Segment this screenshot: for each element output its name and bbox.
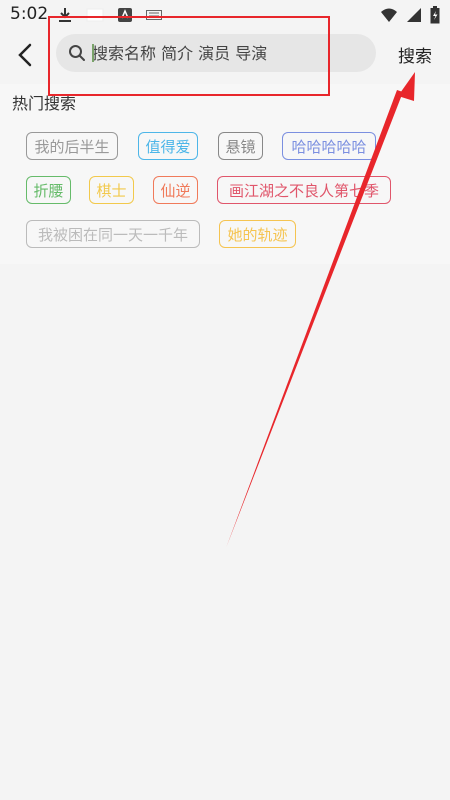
search-input[interactable]: [90, 34, 362, 72]
search-box[interactable]: [56, 34, 376, 72]
wifi-icon: [381, 8, 397, 22]
hot-tag[interactable]: 悬镜: [218, 132, 263, 160]
hot-tag[interactable]: 我被困在同一天一千年: [26, 220, 200, 248]
text-cursor: [92, 44, 94, 62]
hot-tag[interactable]: 仙逆: [153, 176, 198, 204]
battery-icon: [430, 6, 440, 24]
hot-tag[interactable]: 值得爱: [138, 132, 198, 160]
search-header: 搜索: [0, 30, 450, 80]
search-button[interactable]: 搜索: [398, 42, 432, 67]
keyboard-icon: [146, 10, 162, 20]
hot-tag[interactable]: 棋士: [89, 176, 134, 204]
status-bar: 5:02: [0, 0, 450, 30]
status-notifications: [58, 7, 162, 23]
app-notification-icon: [118, 8, 132, 22]
back-button[interactable]: [10, 40, 40, 70]
hot-tag[interactable]: 画江湖之不良人第七季: [217, 176, 391, 204]
hot-tag[interactable]: 她的轨迹: [219, 220, 296, 248]
chevron-left-icon: [18, 43, 32, 67]
search-icon: [69, 45, 85, 61]
notification-icon: [86, 8, 104, 22]
signal-icon: [407, 8, 421, 22]
status-time: 5:02: [10, 4, 49, 24]
hot-tag[interactable]: 折腰: [26, 176, 71, 204]
hot-tag[interactable]: 哈哈哈哈哈: [282, 132, 376, 160]
hot-search-title: 热门搜索: [12, 94, 77, 113]
status-system-icons: [380, 6, 440, 24]
download-icon: [59, 8, 71, 22]
hot-tag[interactable]: 我的后半生: [26, 132, 118, 160]
hot-search-section: 热门搜索 我的后半生 值得爱 悬镜 哈哈哈哈哈 折腰 棋士 仙逆 画江湖之不良人…: [0, 84, 450, 264]
